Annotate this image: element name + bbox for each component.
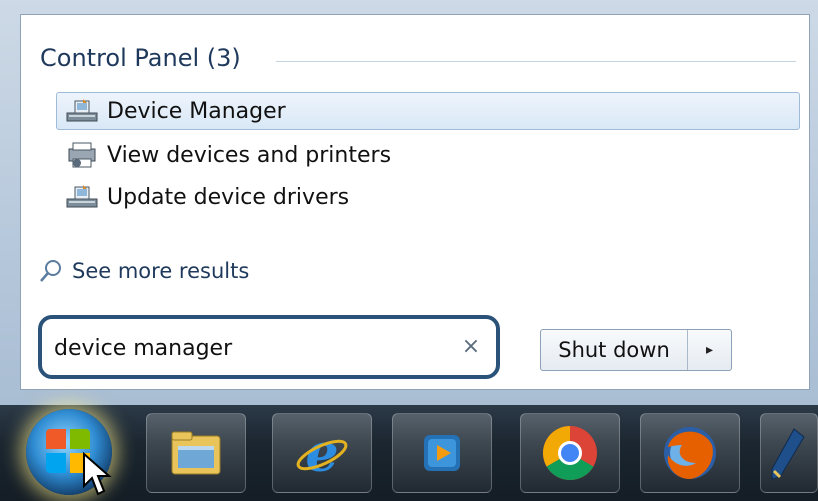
shutdown-button[interactable]: Shut down: [541, 330, 688, 370]
result-update-device-drivers[interactable]: Update device drivers: [56, 178, 800, 216]
shutdown-button-group: Shut down ▸: [540, 329, 732, 371]
clear-search-icon[interactable]: ×: [458, 333, 484, 361]
taskbar-media-player[interactable]: [392, 413, 492, 493]
folder-icon: [171, 431, 221, 475]
taskbar-internet-explorer[interactable]: e: [272, 413, 372, 493]
pen-icon: [771, 428, 805, 480]
firefox-icon: [664, 427, 716, 479]
result-label: Update device drivers: [107, 184, 350, 210]
mouse-cursor-icon: [83, 452, 112, 496]
section-divider: [276, 61, 796, 62]
shutdown-options-arrow-icon[interactable]: ▸: [688, 330, 731, 370]
result-label: View devices and printers: [107, 142, 392, 168]
taskbar: e: [0, 405, 818, 501]
devices-printers-icon: [63, 141, 103, 169]
media-player-icon: [424, 435, 460, 471]
see-more-results-link[interactable]: See more results: [38, 256, 249, 286]
search-input[interactable]: [52, 329, 450, 367]
search-icon: [40, 260, 61, 282]
result-view-devices-printers[interactable]: View devices and printers: [56, 136, 800, 174]
see-more-label: See more results: [72, 259, 250, 283]
device-manager-icon: [63, 183, 103, 211]
svg-text:e: e: [305, 425, 338, 481]
taskbar-chrome[interactable]: [520, 413, 620, 493]
taskbar-app-partial[interactable]: [760, 413, 818, 493]
internet-explorer-icon: e: [296, 425, 348, 481]
taskbar-firefox[interactable]: [640, 413, 740, 493]
chrome-icon: [542, 426, 597, 481]
result-label: Device Manager: [107, 98, 286, 124]
result-device-manager[interactable]: Device Manager: [56, 92, 800, 130]
device-manager-icon: [63, 97, 103, 125]
search-box: ×: [38, 315, 500, 379]
section-title[interactable]: Control Panel (3): [40, 44, 241, 72]
taskbar-windows-explorer[interactable]: [146, 413, 246, 493]
